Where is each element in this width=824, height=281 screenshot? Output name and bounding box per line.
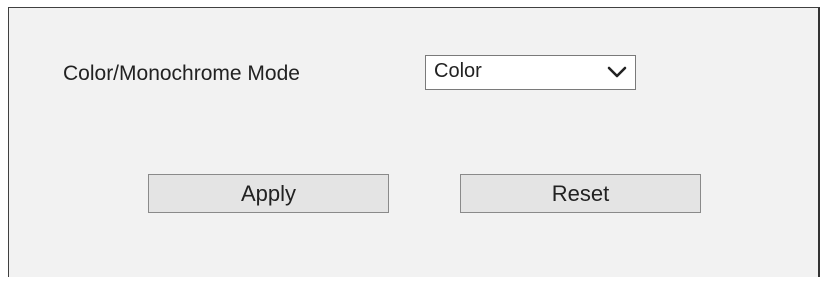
color-mode-selected-value: Color <box>434 60 482 82</box>
chevron-down-icon <box>607 66 627 78</box>
settings-panel <box>8 7 820 277</box>
color-mode-select[interactable]: Color <box>425 55 636 90</box>
reset-button[interactable]: Reset <box>460 174 701 213</box>
apply-button[interactable]: Apply <box>148 174 389 213</box>
color-mode-label: Color/Monochrome Mode <box>63 62 300 85</box>
